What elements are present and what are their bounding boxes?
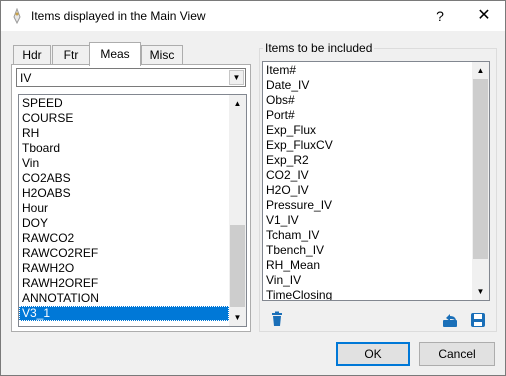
save-icon[interactable] bbox=[470, 312, 486, 328]
tab-label: Ftr bbox=[63, 48, 79, 62]
included-group-label: Items to be included bbox=[263, 41, 375, 55]
list-item[interactable]: Tcham_IV bbox=[263, 228, 471, 243]
list-item[interactable]: ANNOTATION bbox=[19, 291, 229, 306]
list-item[interactable]: Item# bbox=[263, 63, 471, 78]
list-item[interactable]: COURSE bbox=[19, 111, 229, 126]
list-item[interactable]: RAWH2OREF bbox=[19, 276, 229, 291]
list-item[interactable]: Vin bbox=[19, 156, 229, 171]
dialog-window: Items displayed in the Main View ? ✕ Hdr… bbox=[0, 0, 506, 376]
included-scrollbar[interactable]: ▲ ▼ bbox=[472, 62, 489, 300]
list-item[interactable]: Exp_Flux bbox=[263, 123, 471, 138]
list-item[interactable]: Tboard bbox=[19, 141, 229, 156]
available-items-list[interactable]: SPEED COURSE RH Tboard Vin CO2ABS H2OABS Hour DO… bbox=[18, 94, 247, 327]
ok-button[interactable]: OK bbox=[336, 342, 410, 366]
category-combo[interactable]: IV ▼ bbox=[16, 68, 246, 87]
window-title: Items displayed in the Main View bbox=[31, 9, 206, 23]
scroll-thumb[interactable] bbox=[230, 225, 245, 307]
list-item[interactable]: Port# bbox=[263, 108, 471, 123]
list-item[interactable]: RH bbox=[19, 126, 229, 141]
tab-misc[interactable]: Misc bbox=[141, 45, 183, 65]
list-item[interactable]: DOY bbox=[19, 216, 229, 231]
close-button[interactable]: ✕ bbox=[463, 1, 505, 31]
list-item[interactable]: H2O_IV bbox=[263, 183, 471, 198]
list-item[interactable]: RAWCO2 bbox=[19, 231, 229, 246]
scroll-up-icon[interactable]: ▲ bbox=[472, 62, 489, 79]
available-scrollbar[interactable]: ▲ ▼ bbox=[229, 95, 246, 326]
included-items-list[interactable]: Item# Date_IV Obs# Port# Exp_Flux Exp_FluxCV E… bbox=[262, 61, 490, 301]
list-item[interactable]: RAWCO2REF bbox=[19, 246, 229, 261]
list-item[interactable]: V1_IV bbox=[263, 213, 471, 228]
title-bar: Items displayed in the Main View ? ✕ bbox=[1, 1, 505, 31]
list-item[interactable]: RAWH2O bbox=[19, 261, 229, 276]
tab-meas[interactable]: Meas bbox=[89, 42, 141, 66]
scroll-thumb[interactable] bbox=[473, 79, 488, 259]
list-item[interactable]: Vin_IV bbox=[263, 273, 471, 288]
list-item[interactable]: Exp_R2 bbox=[263, 153, 471, 168]
list-item[interactable]: Hour bbox=[19, 201, 229, 216]
list-item[interactable]: Exp_FluxCV bbox=[263, 138, 471, 153]
list-item[interactable]: SPEED bbox=[19, 96, 229, 111]
list-item[interactable]: Date_IV bbox=[263, 78, 471, 93]
undo-icon[interactable] bbox=[442, 312, 458, 328]
combo-value: IV bbox=[20, 71, 32, 85]
cancel-button[interactable]: Cancel bbox=[419, 342, 495, 366]
list-item[interactable]: Obs# bbox=[263, 93, 471, 108]
chevron-down-icon[interactable]: ▼ bbox=[229, 70, 244, 85]
list-item[interactable]: Pressure_IV bbox=[263, 198, 471, 213]
list-item[interactable]: CO2ABS bbox=[19, 171, 229, 186]
tab-label: Meas bbox=[100, 47, 130, 61]
list-item[interactable]: H2OABS bbox=[19, 186, 229, 201]
tab-label: Hdr bbox=[22, 48, 42, 62]
list-item[interactable]: TimeClosing bbox=[263, 288, 471, 300]
scroll-down-icon[interactable]: ▼ bbox=[472, 283, 489, 300]
trash-icon[interactable] bbox=[269, 311, 285, 327]
list-item[interactable]: V3_1 bbox=[19, 306, 229, 321]
list-item[interactable]: Tbench_IV bbox=[263, 243, 471, 258]
tab-ftr[interactable]: Ftr bbox=[52, 45, 90, 65]
app-icon bbox=[13, 8, 21, 24]
scroll-up-icon[interactable]: ▲ bbox=[229, 95, 246, 112]
tab-hdr[interactable]: Hdr bbox=[13, 45, 51, 65]
list-item[interactable]: CO2_IV bbox=[263, 168, 471, 183]
scroll-down-icon[interactable]: ▼ bbox=[229, 309, 246, 326]
help-button[interactable]: ? bbox=[425, 1, 455, 31]
list-item[interactable]: RH_Mean bbox=[263, 258, 471, 273]
tab-label: Misc bbox=[149, 48, 175, 62]
